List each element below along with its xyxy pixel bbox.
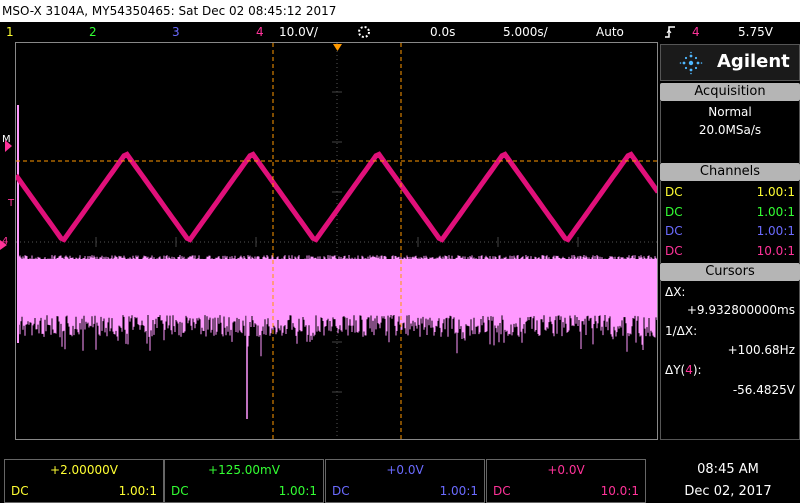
bottom-channel-bar: +2.00000V DC 1.00:1 +125.00mV DC 1.00:1 … — [0, 459, 660, 503]
trigger-source: 4 — [692, 25, 700, 39]
delta-y-channel: 4 — [685, 363, 693, 377]
channel-offset: +0.0V — [386, 463, 424, 477]
channel-probe: 10.0:1 — [756, 244, 795, 258]
noise-waveform — [17, 105, 657, 419]
ch2-indicator[interactable]: 2 — [89, 22, 97, 42]
channel-coupling: DC — [493, 484, 511, 498]
acquisition-body: Normal 20.0MSa/s — [660, 101, 800, 163]
delta-y-label: ΔY(4): — [665, 363, 702, 377]
waveform-graticule — [16, 43, 657, 439]
channels-header[interactable]: Channels — [660, 163, 800, 181]
vertical-scale: 10.0V/ — [279, 25, 318, 39]
inverse-delta-x-value: +100.68Hz — [727, 343, 795, 357]
channel-probe: 1.00:1 — [118, 484, 157, 498]
bottom-channel-2[interactable]: +125.00mV DC 1.00:1 — [164, 459, 324, 503]
channel-row-3[interactable]: DC 1.00:1 — [665, 222, 795, 240]
side-panel: Agilent Acquisition Normal 20.0MSa/s Cha… — [660, 44, 800, 440]
channel-probe: 1.00:1 — [756, 185, 795, 199]
cursors-header[interactable]: Cursors — [660, 263, 800, 281]
acquisition-rate: 20.0MSa/s — [698, 123, 762, 137]
clock-time: 08:45 AM — [697, 462, 759, 477]
channel-coupling: DC — [332, 484, 350, 498]
channel-coupling: DC — [665, 185, 683, 199]
trigger-position-icon — [333, 44, 342, 51]
channel-offset: +0.0V — [547, 463, 585, 477]
channel-coupling: DC — [665, 244, 683, 258]
trigger-delay: 0.0s — [430, 25, 456, 39]
clock-date: Dec 02, 2017 — [684, 484, 772, 499]
brand-box: Agilent — [660, 44, 800, 81]
brand-name: Agilent — [717, 51, 790, 72]
channel-probe: 1.00:1 — [756, 224, 795, 238]
cursors-body: ΔX: +9.932800000ms 1/ΔX: +100.68Hz ΔY(4)… — [660, 281, 800, 440]
channel-offset: +2.00000V — [50, 463, 118, 477]
bottom-channel-3[interactable]: +0.0V DC 1.00:1 — [325, 459, 485, 503]
channel-probe: 1.00:1 — [756, 205, 795, 219]
agilent-spark-icon — [679, 51, 703, 75]
rising-edge-icon — [664, 24, 676, 46]
channel-coupling: DC — [665, 205, 683, 219]
channel-probe: 1.00:1 — [439, 484, 478, 498]
channel-row-4[interactable]: DC 10.0:1 — [665, 242, 795, 260]
channel-offset: +125.00mV — [208, 463, 280, 477]
delta-x-label: ΔX: — [665, 285, 686, 299]
channel-probe: 1.00:1 — [278, 484, 317, 498]
ch3-indicator[interactable]: 3 — [172, 22, 180, 42]
time-scale: 5.000s/ — [503, 25, 548, 39]
ground-markers — [0, 140, 12, 250]
channel-coupling: DC — [11, 484, 29, 498]
bottom-channel-4[interactable]: +0.0V DC 10.0:1 — [486, 459, 646, 503]
inverse-delta-x-label: 1/ΔX: — [665, 324, 698, 338]
acquisition-header[interactable]: Acquisition — [660, 83, 800, 101]
trigger-level: 5.75V — [738, 25, 773, 39]
delta-x-value: +9.932800000ms — [686, 303, 795, 317]
bottom-channel-1[interactable]: +2.00000V DC 1.00:1 — [4, 459, 164, 503]
ch4-indicator[interactable]: 4 — [256, 22, 264, 42]
waveform-display[interactable] — [15, 42, 658, 440]
status-bar: 1 2 3 4 10.0V/ 0.0s 5.000s/ Auto 4 5.75V — [0, 22, 800, 42]
channel-row-1[interactable]: DC 1.00:1 — [665, 183, 795, 201]
clock: 08:45 AM Dec 02, 2017 — [668, 459, 788, 503]
channel-coupling: DC — [171, 484, 189, 498]
acquisition-mode: Normal — [708, 105, 752, 119]
trigger-mode: Auto — [596, 25, 624, 39]
channels-body: DC 1.00:1 DC 1.00:1 DC 1.00:1 DC 10.0:1 — [660, 181, 800, 263]
channel-row-2[interactable]: DC 1.00:1 — [665, 203, 795, 221]
channel-probe: 10.0:1 — [600, 484, 639, 498]
title-bar: MSO-X 3104A, MY54350465: Sat Dec 02 08:4… — [0, 0, 800, 22]
ch1-indicator[interactable]: 1 — [6, 22, 14, 42]
delta-y-value: -56.4825V — [732, 383, 795, 397]
channel-coupling: DC — [665, 224, 683, 238]
